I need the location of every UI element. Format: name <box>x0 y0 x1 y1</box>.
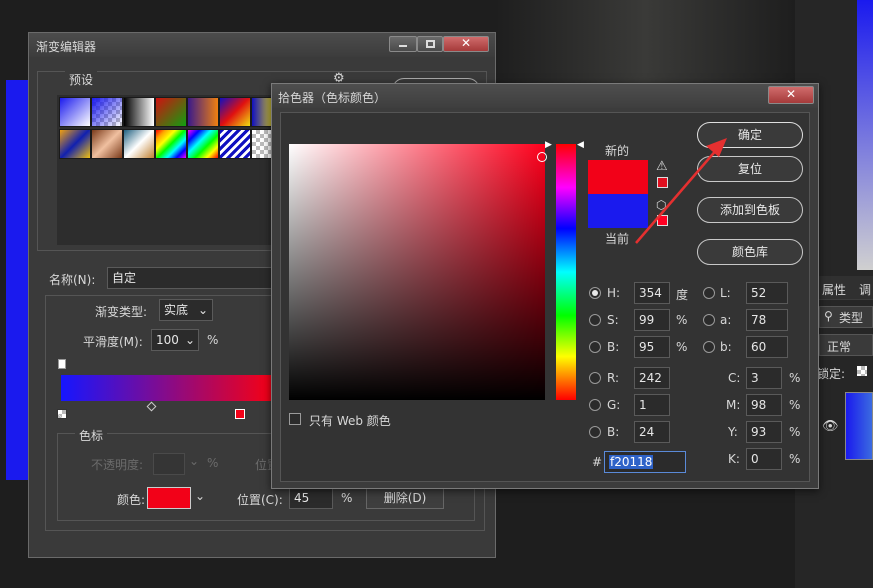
annotation-arrow <box>635 138 727 244</box>
annotation-arrow-head <box>706 138 727 157</box>
annotation-arrow-line <box>635 147 719 244</box>
